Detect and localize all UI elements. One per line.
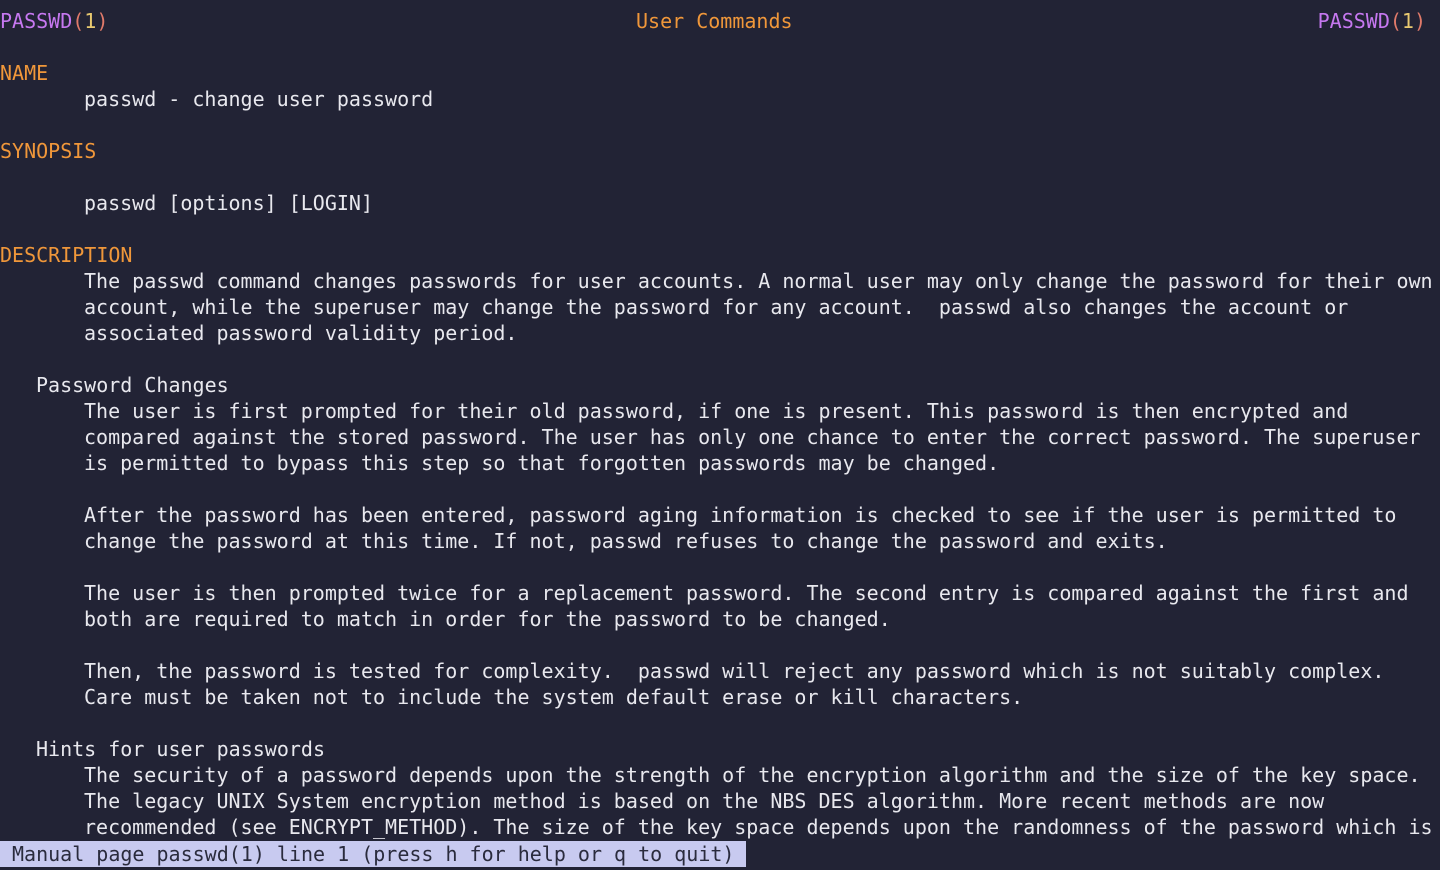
header-center-title: User Commands [636, 9, 793, 33]
paragraph-line: is permitted to bypass this step so that… [84, 451, 1000, 475]
description-line: account, while the superuser may change … [84, 295, 1349, 319]
section-heading-description: DESCRIPTION [0, 243, 133, 267]
paragraph-line: recommended (see ENCRYPT_METHOD). The si… [84, 815, 1433, 839]
paragraph-line: The security of a password depends upon … [84, 763, 1421, 787]
paragraph-line: The user is then prompted twice for a re… [84, 581, 1409, 605]
header-right-title: PASSWD(1) [1317, 9, 1426, 33]
paragraph-line: Care must be taken not to include the sy… [84, 685, 1024, 709]
paragraph-line: change the password at this time. If not… [84, 529, 1168, 553]
paragraph-line: After the password has been entered, pas… [84, 503, 1397, 527]
description-line: The passwd command changes passwords for… [84, 269, 1433, 293]
paragraph-line: Then, the password is tested for complex… [84, 659, 1385, 683]
header-left-title: PASSWD(1) [0, 9, 109, 33]
subsection-heading-password-changes: Password Changes [36, 373, 229, 397]
paragraph-line: both are required to match in order for … [84, 607, 891, 631]
name-text: passwd - change user password [84, 87, 434, 111]
section-heading-name: NAME [0, 61, 49, 85]
paragraph-line: compared against the stored password. Th… [84, 425, 1421, 449]
man-page-header: PASSWD(1) User Commands PASSWD(1) [0, 8, 1440, 34]
synopsis-text: passwd [options] [LOGIN] [84, 191, 373, 215]
terminal-window[interactable]: PASSWD(1) User Commands PASSWD(1) NAME p… [0, 0, 1440, 870]
paragraph-line: The user is first prompted for their old… [84, 399, 1349, 423]
subsection-heading-hints: Hints for user passwords [36, 737, 325, 761]
paragraph-line: The legacy UNIX System encryption method… [84, 789, 1325, 813]
description-line: associated password validity period. [84, 321, 518, 345]
section-heading-synopsis: SYNOPSIS [0, 139, 97, 163]
pager-status-bar: Manual page passwd(1) line 1 (press h fo… [0, 841, 747, 867]
